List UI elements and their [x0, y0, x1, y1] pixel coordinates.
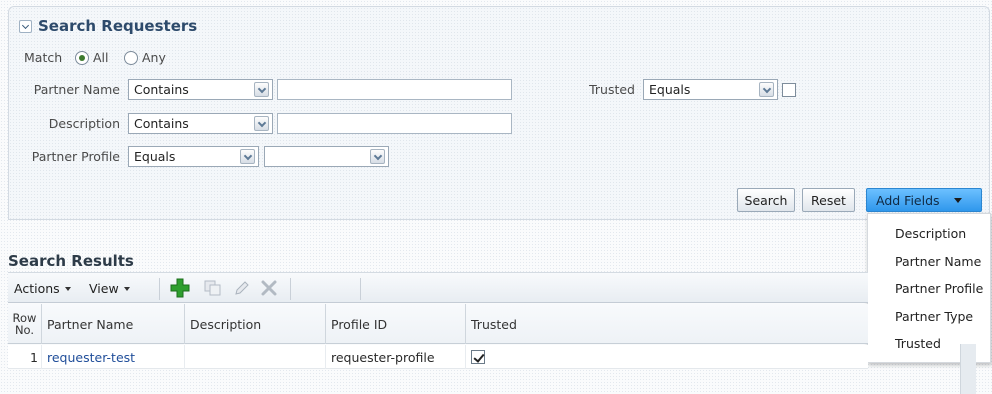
chevron-down-icon[interactable]	[370, 149, 385, 164]
caret-down-icon	[953, 197, 962, 203]
column-header-profile-id[interactable]: Profile ID	[326, 304, 466, 344]
match-all-label: All	[93, 50, 109, 65]
actions-label: Actions	[14, 281, 60, 296]
description-operator-value: Contains	[134, 116, 189, 131]
search-button[interactable]: Search	[737, 188, 795, 212]
match-any-label: Any	[142, 50, 166, 65]
partner-name-operator-value: Contains	[134, 82, 189, 97]
search-panel: Search Requesters Match All Any Partner …	[8, 6, 990, 220]
delete-icon[interactable]	[260, 279, 278, 300]
description-input[interactable]	[277, 113, 512, 134]
caret-down-icon	[64, 286, 71, 291]
column-header-description[interactable]: Description	[185, 304, 326, 344]
edit-pencil-icon[interactable]	[233, 279, 251, 300]
results-title: Search Results	[8, 252, 134, 270]
vertical-scrollbar[interactable]	[960, 344, 976, 394]
reset-button[interactable]: Reset	[802, 188, 855, 212]
menu-item-partner-type[interactable]: Partner Type	[868, 303, 990, 331]
add-fields-label: Add Fields	[876, 192, 940, 208]
match-all-radio[interactable]	[75, 50, 89, 65]
cell-description	[185, 345, 326, 369]
partner-profile-value-select[interactable]	[264, 146, 389, 167]
trusted-checkbox[interactable]	[782, 83, 796, 97]
toolbar-divider	[159, 278, 160, 300]
toolbar-divider	[360, 278, 361, 300]
description-label: Description	[48, 116, 120, 131]
match-label: Match	[24, 50, 63, 65]
chevron-down-icon[interactable]	[240, 149, 255, 164]
table-row[interactable]: 1 requester-test requester-profile	[8, 345, 868, 369]
panel-title: Search Requesters	[38, 17, 198, 35]
view-menu[interactable]: View	[89, 281, 130, 296]
trusted-checked-icon	[471, 350, 485, 364]
trusted-operator-value: Equals	[649, 82, 691, 97]
partner-name-operator-select[interactable]: Contains	[128, 79, 273, 100]
panel-header[interactable]: Search Requesters	[19, 15, 197, 37]
cell-trusted	[466, 345, 868, 369]
trusted-label: Trusted	[589, 82, 635, 97]
actions-menu[interactable]: Actions	[14, 281, 71, 296]
results-table-header: Row No. Partner Name Description Profile…	[8, 304, 868, 344]
toolbar-divider	[290, 278, 291, 300]
column-header-row-no[interactable]: Row No.	[8, 304, 42, 344]
cell-profile-id: requester-profile	[326, 345, 466, 369]
chevron-down-icon[interactable]	[254, 116, 269, 131]
view-label: View	[89, 281, 119, 296]
cell-row-no: 1	[8, 345, 42, 369]
menu-item-partner-name[interactable]: Partner Name	[868, 248, 990, 276]
trusted-operator-select[interactable]: Equals	[643, 79, 778, 100]
partner-name-link[interactable]: requester-test	[47, 350, 135, 365]
cell-partner-name: requester-test	[42, 345, 185, 369]
match-any-option[interactable]: Any	[124, 50, 166, 65]
partner-name-label: Partner Name	[33, 82, 120, 97]
description-operator-select[interactable]: Contains	[128, 113, 273, 134]
add-fields-menu: Description Partner Name Partner Profile…	[867, 213, 991, 363]
column-header-trusted[interactable]: Trusted	[466, 304, 868, 344]
partner-profile-operator-select[interactable]: Equals	[128, 146, 259, 167]
partner-profile-operator-value: Equals	[134, 149, 176, 164]
duplicate-icon[interactable]	[204, 279, 222, 300]
add-icon[interactable]	[170, 278, 190, 301]
chevron-down-icon[interactable]	[759, 82, 774, 97]
chevron-down-icon[interactable]	[254, 82, 269, 97]
match-any-radio[interactable]	[124, 50, 138, 65]
collapse-disclosure-icon[interactable]	[19, 19, 32, 33]
results-toolbar: Actions View	[8, 272, 868, 303]
partner-name-input[interactable]	[277, 79, 512, 100]
row-no-line2: No.	[14, 323, 35, 337]
match-all-option[interactable]: All	[75, 50, 109, 65]
caret-down-icon	[123, 286, 130, 291]
partner-profile-label: Partner Profile	[31, 149, 120, 164]
add-fields-button[interactable]: Add Fields	[866, 188, 982, 212]
menu-item-partner-profile[interactable]: Partner Profile	[868, 275, 990, 303]
column-header-partner-name[interactable]: Partner Name	[42, 304, 185, 344]
menu-item-description[interactable]: Description	[868, 220, 990, 248]
